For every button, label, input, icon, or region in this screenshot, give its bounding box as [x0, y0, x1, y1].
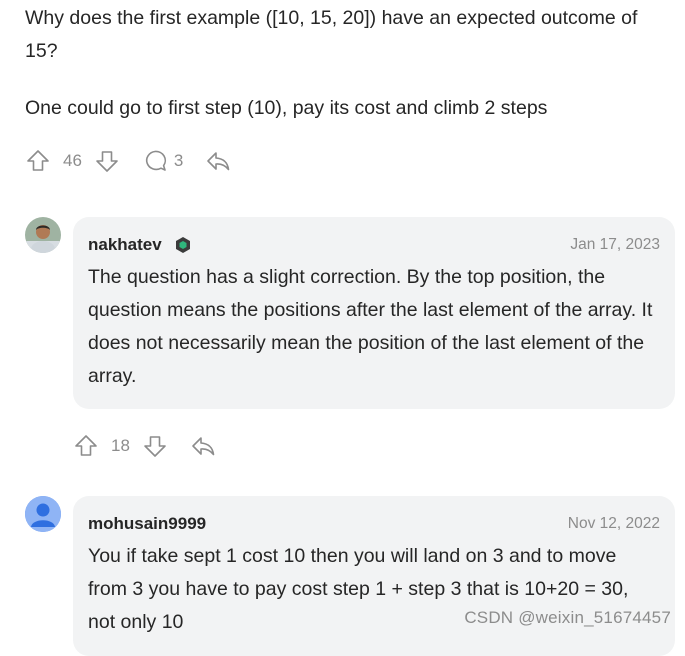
post-body-text: One could go to first step (10), pay its… — [25, 97, 548, 119]
comment-bubble: mohusain9999 Nov 12, 2022 You if take se… — [73, 496, 675, 656]
badge-icon — [174, 236, 192, 254]
comment-bubble: nakhatev Jan 17, 2023 The question has a… — [73, 217, 675, 409]
comment-author: mohusain9999 — [88, 514, 206, 534]
comment-date: Jan 17, 2023 — [570, 236, 660, 253]
avatar[interactable] — [25, 217, 61, 253]
comment-meta: mohusain9999 Nov 12, 2022 — [88, 510, 660, 538]
comment-text: The question has a slight correction. By… — [88, 266, 653, 387]
post-actions: 46 3 — [25, 148, 231, 174]
comment-author: nakhatev — [88, 235, 192, 255]
reply-icon[interactable] — [205, 148, 231, 174]
upvote-icon[interactable] — [73, 433, 99, 459]
avatar[interactable] — [25, 496, 61, 532]
watermark: CSDN @weixin_51674457 — [464, 608, 671, 627]
downvote-icon[interactable] — [94, 148, 120, 174]
downvote-icon[interactable] — [142, 433, 168, 459]
username[interactable]: nakhatev — [88, 235, 162, 255]
upvote-count: 46 — [63, 151, 82, 170]
comment-actions: 18 — [73, 433, 216, 459]
username[interactable]: mohusain9999 — [88, 514, 206, 534]
reply-icon[interactable] — [190, 433, 216, 459]
upvote-count: 18 — [111, 436, 130, 455]
comment-meta: nakhatev Jan 17, 2023 — [88, 231, 660, 259]
comment-date: Nov 12, 2022 — [567, 515, 660, 532]
comment-icon[interactable] — [142, 148, 168, 174]
reply-count: 3 — [173, 151, 184, 170]
post-question-text: Why does the first example ([10, 15, 20]… — [25, 7, 638, 62]
upvote-icon[interactable] — [25, 148, 51, 174]
